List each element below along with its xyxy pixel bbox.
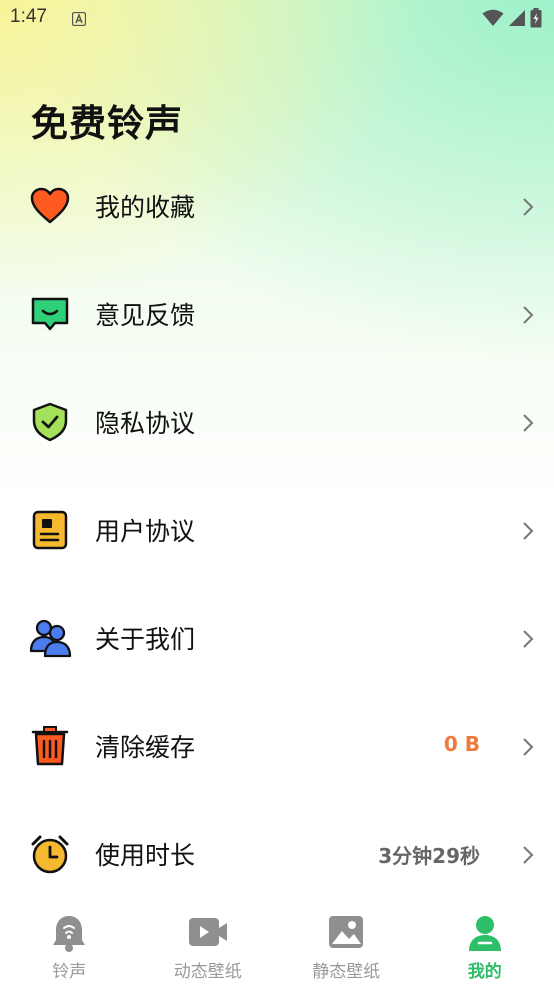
usage-time-value: 3分钟29秒: [378, 844, 480, 868]
tab-label: 铃声: [52, 962, 87, 982]
users-icon: [29, 617, 72, 659]
profile-icon: [467, 914, 503, 956]
menu-item-user-agreement[interactable]: 用户协议: [0, 476, 554, 584]
notification-a-icon: [71, 11, 87, 30]
video-icon: [188, 914, 228, 954]
bell-icon: [51, 914, 87, 956]
menu-item-about-us[interactable]: 关于我们: [0, 584, 554, 692]
status-bar: 1:47: [0, 0, 554, 38]
menu-item-label: 关于我们: [95, 625, 196, 654]
tab-static-wallpaper[interactable]: 静态壁纸: [277, 900, 416, 984]
battery-icon: [530, 8, 542, 32]
tab-label: 动态壁纸: [173, 962, 242, 982]
shield-check-icon: [29, 401, 71, 443]
chevron-right-icon: [521, 628, 535, 654]
heart-icon: [29, 185, 71, 227]
menu-item-label: 使用时长: [95, 841, 196, 870]
menu-item-privacy[interactable]: 隐私协议: [0, 368, 554, 476]
chevron-right-icon: [521, 196, 535, 222]
menu-item-label: 意见反馈: [95, 301, 196, 330]
settings-menu: 我的收藏 意见反馈 隐私协议 用户协议 关于我们 清除缓存 0 B 使用时长 3…: [0, 152, 554, 908]
chevron-right-icon: [521, 736, 535, 762]
trash-icon: [29, 725, 71, 767]
menu-item-favorites[interactable]: 我的收藏: [0, 152, 554, 260]
menu-item-label: 用户协议: [95, 517, 196, 546]
chevron-right-icon: [521, 412, 535, 438]
menu-item-label: 我的收藏: [95, 193, 196, 222]
system-icons: [482, 8, 542, 32]
alarm-clock-icon: [29, 833, 71, 875]
chevron-right-icon: [521, 304, 535, 330]
menu-item-feedback[interactable]: 意见反馈: [0, 260, 554, 368]
menu-item-clear-cache[interactable]: 清除缓存 0 B: [0, 692, 554, 800]
chevron-right-icon: [521, 844, 535, 870]
chevron-right-icon: [521, 520, 535, 546]
menu-item-label: 隐私协议: [95, 409, 196, 438]
tab-live-wallpaper[interactable]: 动态壁纸: [139, 900, 278, 984]
wifi-icon: [482, 9, 504, 31]
document-icon: [29, 509, 71, 551]
tab-label: 我的: [467, 962, 502, 982]
image-icon: [328, 914, 364, 954]
signal-icon: [508, 9, 526, 31]
tab-mine[interactable]: 我的: [416, 900, 554, 984]
tab-label: 静态壁纸: [312, 962, 381, 982]
bottom-tab-bar: 铃声 动态壁纸 静态壁纸 我的: [0, 900, 554, 984]
tab-ringtones[interactable]: 铃声: [0, 900, 139, 984]
cache-size-value: 0 B: [443, 732, 480, 756]
feedback-chat-icon: [29, 293, 71, 335]
menu-item-label: 清除缓存: [95, 733, 196, 762]
page-title: 免费铃声: [31, 102, 183, 145]
status-time: 1:47: [10, 6, 47, 27]
menu-item-usage-time[interactable]: 使用时长 3分钟29秒: [0, 800, 554, 908]
